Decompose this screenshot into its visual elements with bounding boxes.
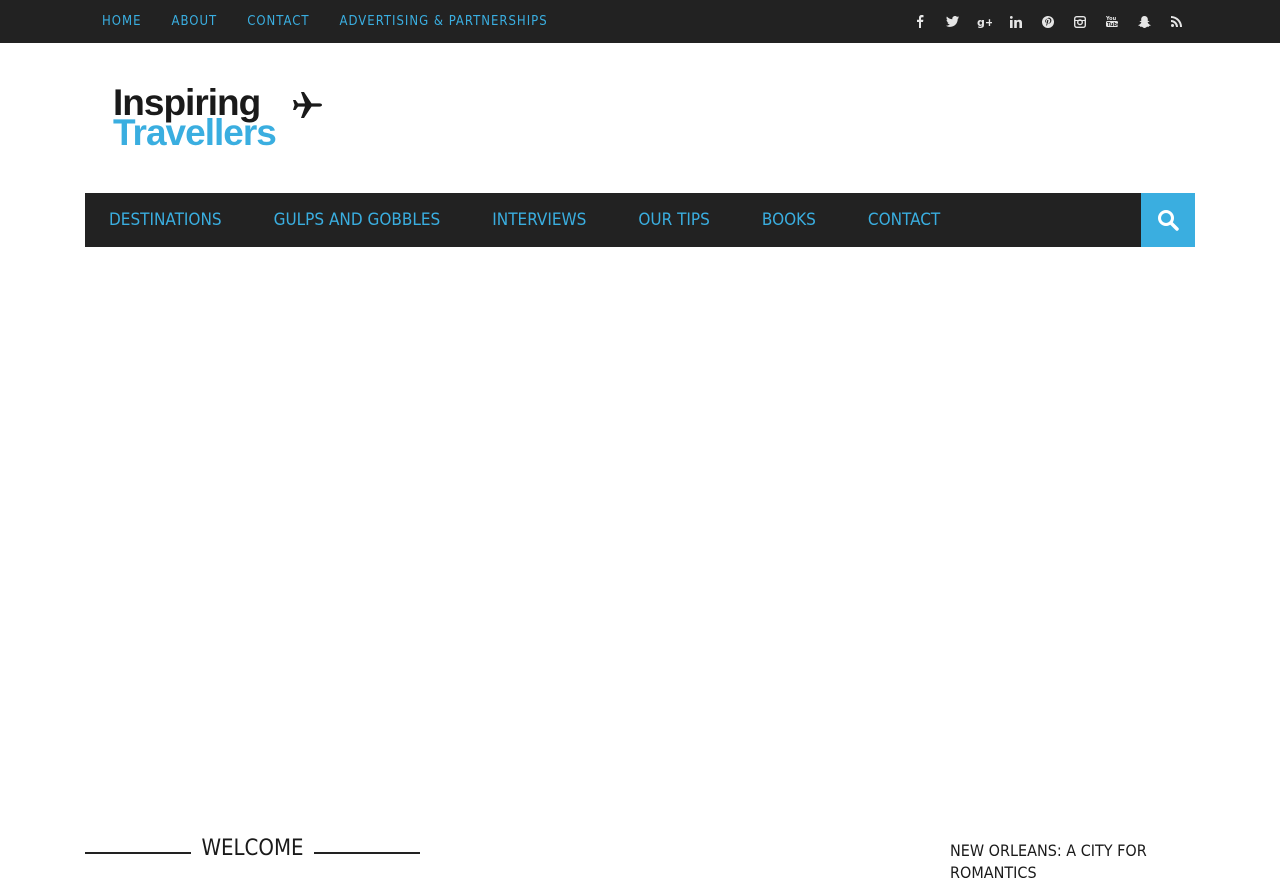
social-links: g+ YouTube xyxy=(904,0,1192,43)
search-button[interactable] xyxy=(1141,193,1195,247)
main-nav: DESTINATIONS GULPS AND GOBBLES INTERVIEW… xyxy=(85,193,1195,247)
linkedin-icon[interactable] xyxy=(1000,15,1032,28)
google-plus-icon[interactable]: g+ xyxy=(968,16,1000,28)
nav-contact[interactable]: CONTACT xyxy=(844,210,966,230)
snapchat-icon[interactable] xyxy=(1128,15,1160,28)
rss-icon[interactable] xyxy=(1160,16,1192,27)
logo-line-2: Travellers xyxy=(113,112,277,153)
nav-interviews[interactable]: INTERVIEWS xyxy=(468,210,612,230)
twitter-icon[interactable] xyxy=(936,16,968,27)
welcome-title: WELCOME xyxy=(85,836,420,861)
main-nav-items: DESTINATIONS GULPS AND GOBBLES INTERVIEW… xyxy=(85,193,968,247)
nav-our-tips[interactable]: OUR TIPS xyxy=(614,210,736,230)
youtube-icon[interactable]: YouTube xyxy=(1096,15,1128,28)
airplane-icon xyxy=(293,92,322,118)
top-nav: HOME ABOUT CONTACT ADVERTISING & PARTNER… xyxy=(87,0,563,43)
search-icon xyxy=(1158,210,1179,231)
instagram-icon[interactable] xyxy=(1064,15,1096,28)
topnav-about-link[interactable]: ABOUT xyxy=(156,14,232,29)
site-logo[interactable]: Inspiring Travellers xyxy=(113,84,328,154)
nav-books[interactable]: BOOKS xyxy=(738,210,842,230)
top-bar: HOME ABOUT CONTACT ADVERTISING & PARTNER… xyxy=(0,0,1280,43)
sidebar-post-title[interactable]: NEW ORLEANS: A CITY FOR ROMANTICS xyxy=(950,840,1195,884)
nav-gulps-and-gobbles[interactable]: GULPS AND GOBBLES xyxy=(250,210,467,230)
pinterest-icon[interactable] xyxy=(1032,15,1064,28)
welcome-section-heading: WELCOME xyxy=(85,832,420,872)
topnav-home-link[interactable]: HOME xyxy=(87,14,156,29)
facebook-icon[interactable] xyxy=(904,15,936,28)
svg-text:g+: g+ xyxy=(977,16,992,28)
nav-destinations[interactable]: DESTINATIONS xyxy=(85,210,248,230)
topnav-advertising-link[interactable]: ADVERTISING & PARTNERSHIPS xyxy=(325,14,563,29)
svg-text:Tube: Tube xyxy=(1107,22,1118,28)
welcome-title-text: WELCOME xyxy=(191,836,314,861)
topnav-contact-link[interactable]: CONTACT xyxy=(232,14,324,29)
